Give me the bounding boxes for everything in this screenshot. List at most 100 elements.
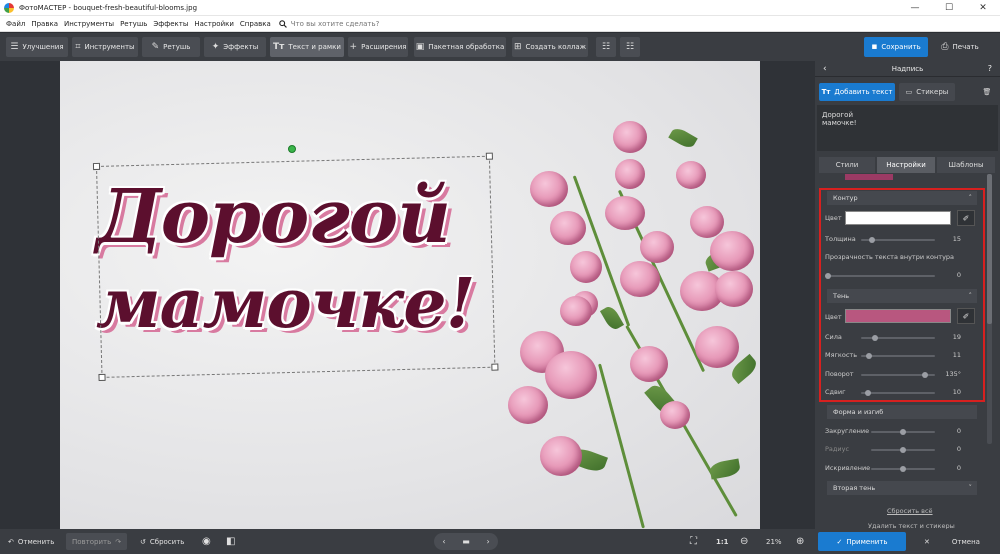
add-text-label: Добавить текст	[834, 88, 893, 96]
shape-row-value: 0	[956, 464, 961, 472]
undo-button[interactable]: ↶ Отменить	[8, 533, 54, 550]
resize-handle-top-left[interactable]	[92, 162, 101, 171]
close-button[interactable]: ✕	[966, 0, 1000, 16]
reset-all-link[interactable]: Сбросить всё	[887, 507, 933, 515]
panel-scrollbar-thumb[interactable]	[987, 174, 992, 324]
floppy-icon: ▪	[871, 42, 878, 52]
tab-label: Инструменты	[84, 43, 135, 51]
tab-extensions[interactable]: + Расширения	[348, 37, 408, 57]
tab-retouch[interactable]: ✎ Ретушь	[142, 37, 200, 57]
delete-button[interactable]: 🗑	[979, 83, 995, 101]
next-image-icon[interactable]: ›	[486, 537, 489, 546]
list-info-icon: ☷	[625, 42, 635, 52]
shape-row-value: 0	[956, 427, 961, 435]
compare-toggle[interactable]: ◧	[226, 533, 235, 550]
reset-button[interactable]: ↺ Сбросить	[140, 533, 184, 550]
trash-icon: 🗑	[982, 88, 992, 96]
search-icon	[278, 19, 287, 28]
text-selection-frame[interactable]	[92, 152, 499, 382]
tab-templates[interactable]: Шаблоны	[937, 157, 995, 173]
chevron-down-icon: ˅	[968, 484, 973, 492]
shape-row-slider[interactable]	[871, 466, 935, 472]
slider-thumb[interactable]	[900, 447, 906, 453]
slider-thumb[interactable]	[900, 429, 906, 435]
text-preview-line: Дорогой	[822, 111, 853, 119]
tab-label: Ретушь	[163, 43, 191, 51]
cancel-button[interactable]: ✕ Отмена	[912, 533, 992, 550]
shape-row-slider[interactable]	[871, 447, 935, 453]
crop-icon: ⌗	[75, 42, 81, 52]
zoom-in-button[interactable]: ⊕	[796, 533, 804, 550]
redo-label: Повторить	[72, 537, 112, 546]
actual-size-button[interactable]: 1:1	[716, 533, 729, 550]
command-search[interactable]	[278, 19, 411, 28]
menu-settings[interactable]: Настройки	[194, 20, 234, 28]
panel-title: Надпись	[891, 64, 924, 73]
eye-icon: ◉	[202, 536, 211, 547]
compare-icon: ◧	[226, 536, 236, 547]
batch-processing-button[interactable]: ▣ Пакетная обработка	[414, 37, 506, 57]
history-button[interactable]: ☷	[596, 37, 616, 57]
tab-label: Текст и рамки	[288, 43, 341, 51]
section-shape-bend[interactable]: Форма и изгиб	[827, 405, 977, 419]
photo-canvas[interactable]: Дорогой мамочке!	[60, 61, 760, 529]
maximize-button[interactable]: ☐	[932, 0, 966, 16]
window-title: ФотоМАСТЕР - bouquet-fresh-beautiful-blo…	[19, 3, 198, 12]
tab-enhancements[interactable]: ☰ Улучшения	[6, 37, 68, 57]
apply-label: Применить	[846, 537, 888, 546]
brush-icon: ✎	[151, 42, 160, 52]
main-toolbar: ☰ Улучшения ⌗ Инструменты ✎ Ретушь ✦ Эффекты…	[0, 33, 1000, 61]
menu-edit[interactable]: Правка	[31, 20, 58, 28]
help-icon[interactable]: ?	[988, 64, 992, 73]
undo-icon: ↶	[8, 537, 14, 546]
back-arrow-icon[interactable]: ‹	[823, 64, 827, 74]
section-second-shadow[interactable]: Вторая тень ˅	[827, 481, 977, 495]
search-input[interactable]	[290, 19, 411, 28]
apply-button[interactable]: ✓ Применить	[818, 532, 906, 551]
tab-text-frames[interactable]: Tт Текст и рамки	[270, 37, 344, 57]
text-icon: Tт	[821, 88, 831, 96]
menu-retouch[interactable]: Ретушь	[120, 20, 147, 28]
minimize-button[interactable]: —	[898, 0, 932, 16]
prev-image-icon[interactable]: ‹	[442, 537, 445, 546]
rotate-handle[interactable]	[288, 145, 296, 153]
tab-tools[interactable]: ⌗ Инструменты	[72, 37, 138, 57]
file-navigator: ‹ ▬ ›	[434, 533, 498, 550]
folder-icon[interactable]: ▬	[462, 537, 470, 546]
zoom-out-button[interactable]: ⊖	[740, 533, 748, 550]
print-button[interactable]: ⎙ Печать	[932, 37, 988, 57]
sticker-icon: ▭	[905, 88, 913, 96]
tab-settings[interactable]: Настройки	[877, 157, 935, 173]
menu-effects[interactable]: Эффекты	[153, 20, 188, 28]
redo-button[interactable]: Повторить ↷	[66, 533, 128, 550]
workspace: Дорогой мамочке!	[0, 61, 815, 529]
tab-styles[interactable]: Стили	[819, 157, 875, 173]
menu-help[interactable]: Справка	[240, 20, 271, 28]
undo-label: Отменить	[17, 537, 55, 546]
plus-icon: +	[349, 42, 358, 52]
redo-icon: ↷	[115, 537, 122, 546]
history-compare-button[interactable]: ☷	[620, 37, 640, 57]
add-text-button[interactable]: Tт Добавить текст	[819, 83, 895, 101]
stickers-button[interactable]: ▭ Стикеры	[899, 83, 955, 101]
save-label: Сохранить	[881, 43, 921, 51]
text-icon: Tт	[273, 42, 285, 52]
section-title: Форма и изгиб	[833, 408, 884, 416]
tab-effects[interactable]: ✦ Эффекты	[204, 37, 266, 57]
create-collage-button[interactable]: ⊞ Создать коллаж	[512, 37, 588, 57]
resize-handle-bottom-right[interactable]	[491, 363, 499, 371]
resize-handle-top-right[interactable]	[485, 152, 493, 160]
stickers-label: Стикеры	[916, 88, 949, 96]
menu-tools[interactable]: Инструменты	[64, 20, 114, 28]
shape-row-slider[interactable]	[871, 429, 935, 435]
fit-screen-button[interactable]: ⛶	[690, 533, 697, 550]
app-logo-icon	[4, 2, 14, 13]
save-button[interactable]: ▪ Сохранить	[864, 37, 928, 57]
print-label: Печать	[952, 43, 979, 51]
bottom-bar: ↶ Отменить Повторить ↷ ↺ Сбросить ◉ ◧ ‹ ▬ ›…	[0, 529, 1000, 554]
menu-file[interactable]: Файл	[6, 20, 25, 28]
text-edit-area[interactable]: Дорогой мамочке!	[817, 105, 998, 151]
resize-handle-bottom-left[interactable]	[98, 373, 106, 382]
slider-thumb[interactable]	[900, 466, 906, 472]
preview-toggle[interactable]: ◉	[202, 533, 211, 550]
